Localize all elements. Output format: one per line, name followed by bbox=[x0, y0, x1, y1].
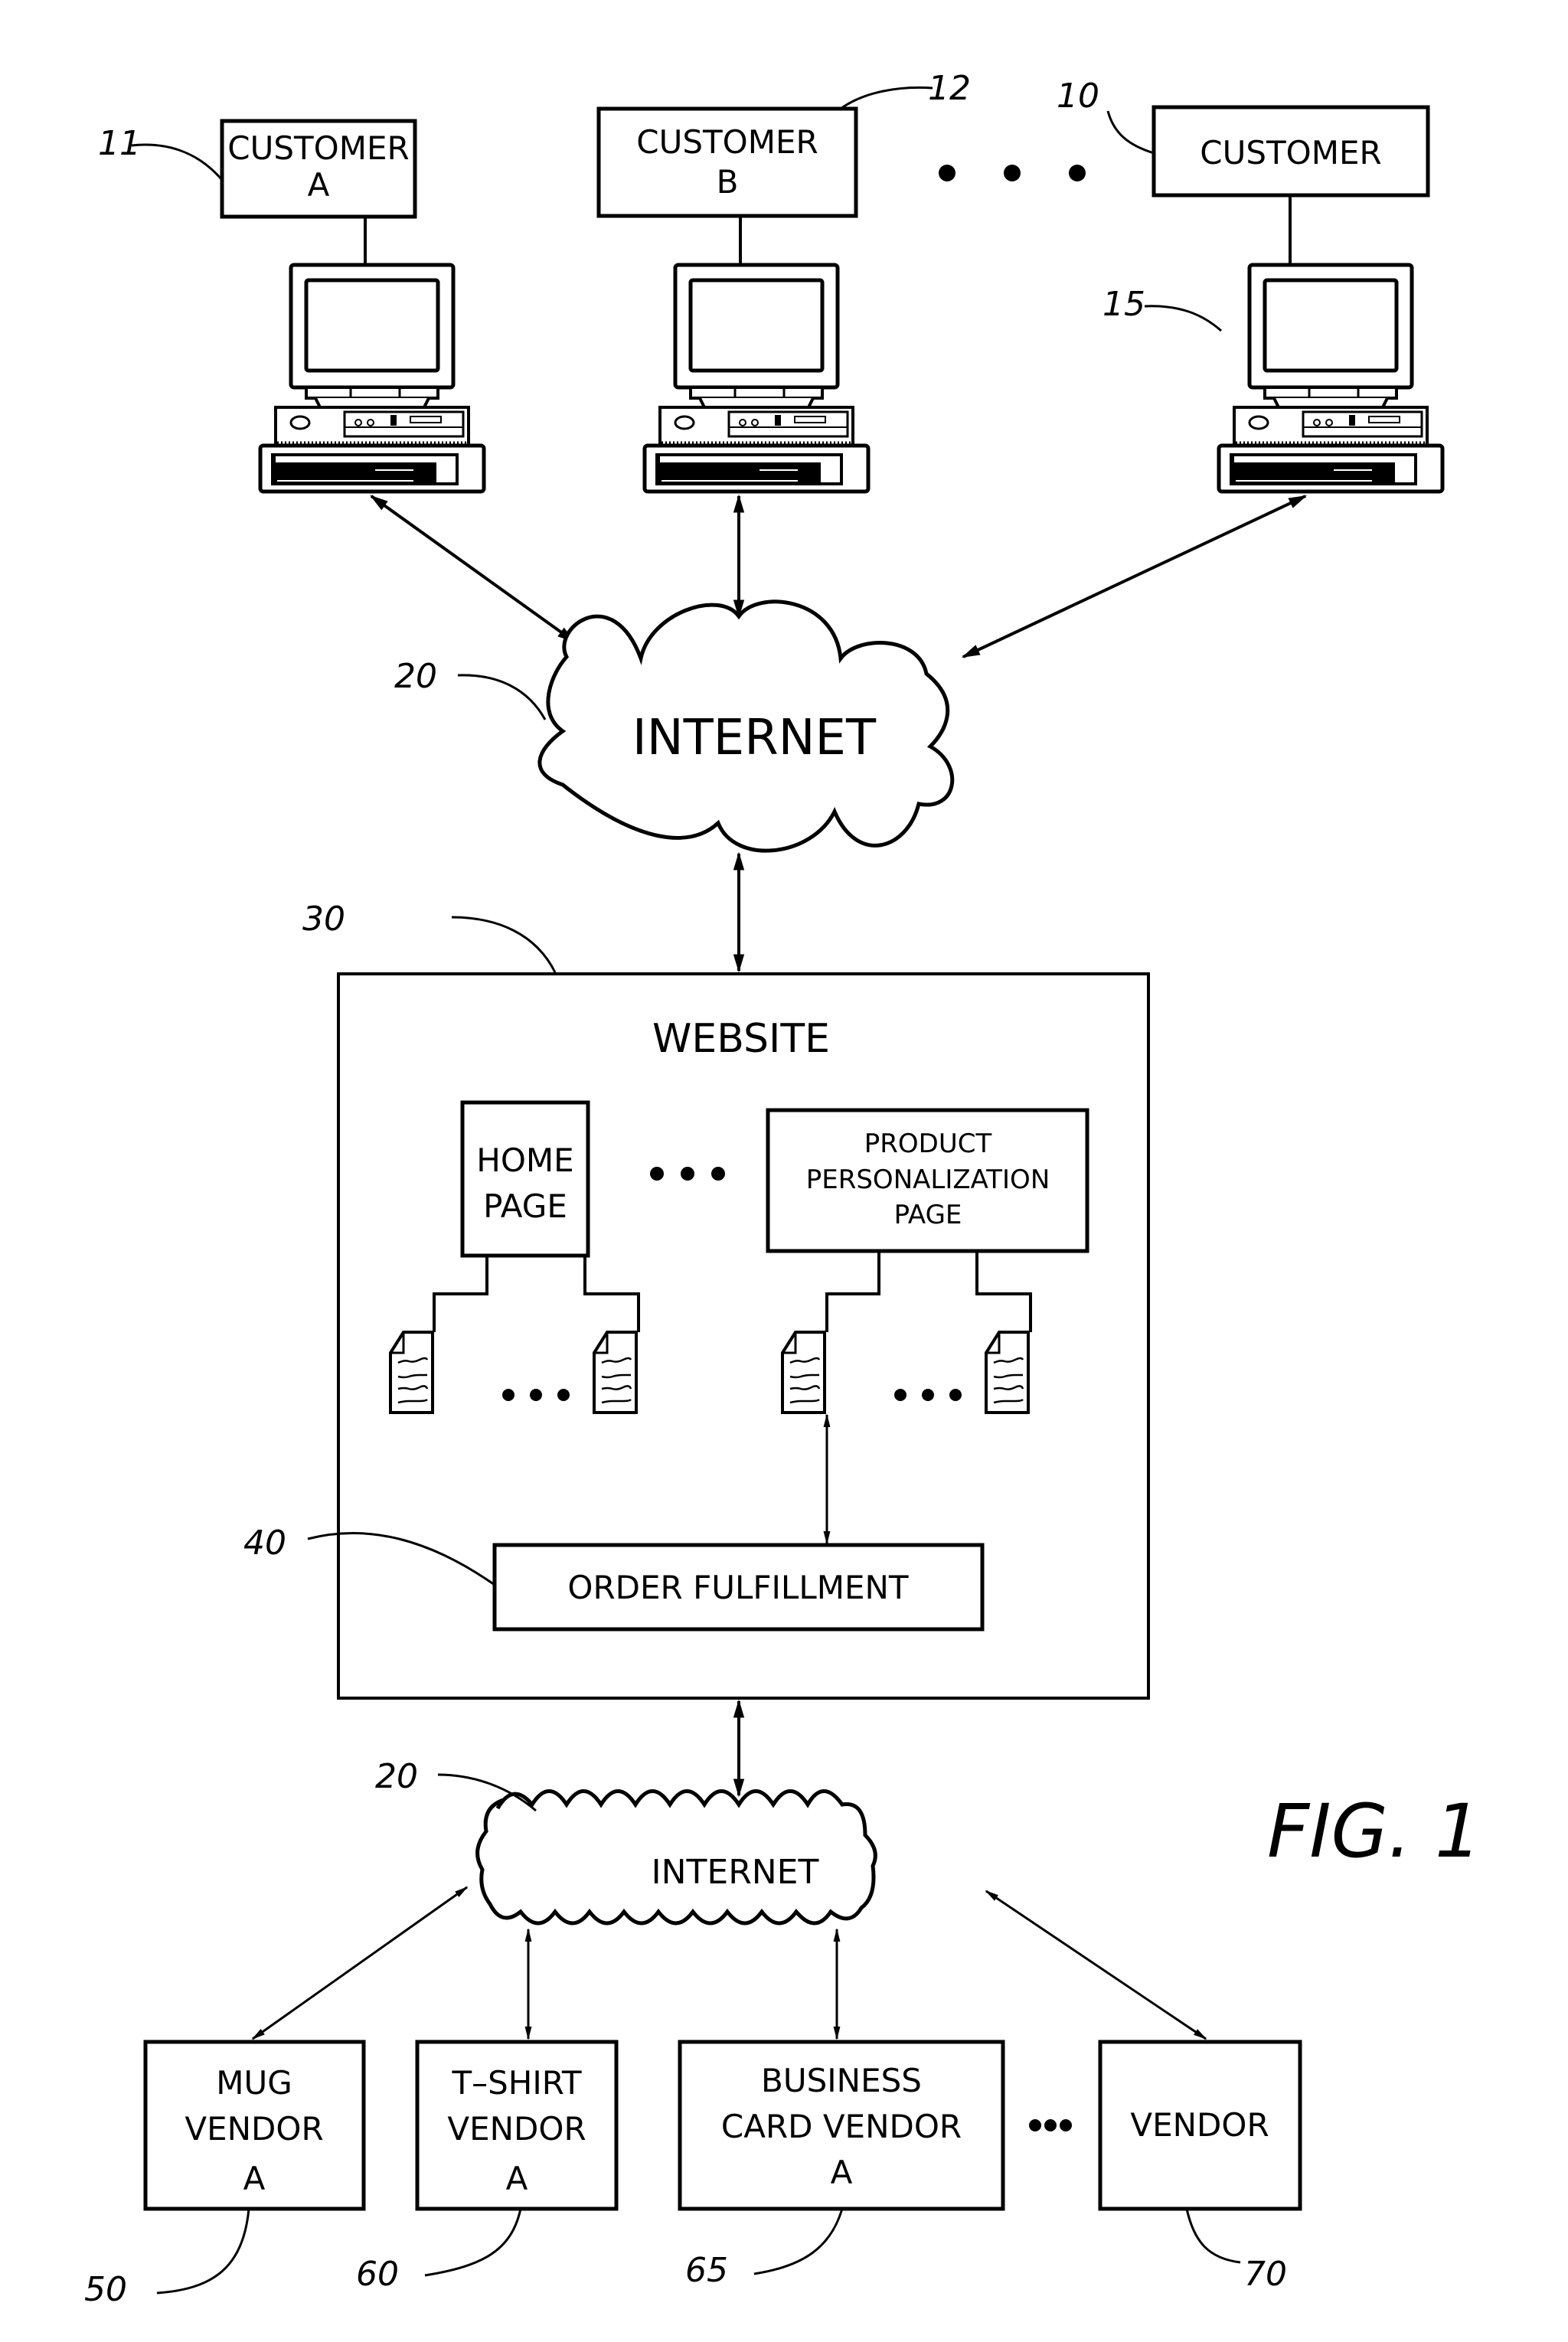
ref-60: 60 bbox=[356, 2255, 399, 2294]
ref-30: 30 bbox=[302, 900, 345, 939]
customer-b-node: CUSTOMER B bbox=[596, 106, 858, 218]
ref-15: 15 bbox=[1102, 285, 1145, 324]
product-page-label-3: PAGE bbox=[894, 1200, 962, 1230]
ref-20-bottom: 20 bbox=[375, 1757, 418, 1796]
customer-a-label-1: CUSTOMER bbox=[227, 129, 409, 167]
tshirt-vendor-node: T–SHIRT VENDOR A bbox=[415, 2040, 619, 2211]
home-page-box bbox=[460, 1100, 590, 1258]
leader-65 bbox=[753, 2208, 844, 2275]
product-subpage-1-icon bbox=[781, 1331, 826, 1414]
product-doc-ellipsis bbox=[894, 1389, 962, 1401]
internet-top-label: INTERNET bbox=[632, 710, 877, 766]
arrow-internet-mug-vendor bbox=[251, 1886, 469, 2040]
leader-50 bbox=[156, 2208, 250, 2295]
ref-20-top: 20 bbox=[394, 657, 437, 696]
mug-vendor-label-3: A bbox=[243, 2160, 266, 2197]
customer-n-label: CUSTOMER bbox=[1200, 134, 1381, 171]
page-ellipsis bbox=[650, 1167, 725, 1181]
website-node: WEBSITE HOME PAGE PRODUCT PERSONALIZATIO… bbox=[337, 972, 1150, 1700]
mug-vendor-node: MUG VENDOR A bbox=[143, 2040, 366, 2211]
vendor-ellipsis bbox=[1029, 2119, 1072, 2131]
ref-12: 12 bbox=[928, 69, 971, 108]
home-page-label-1: HOME bbox=[476, 1142, 573, 1179]
leader-15 bbox=[1144, 305, 1222, 332]
leader-11 bbox=[131, 143, 224, 181]
leader-10 bbox=[1106, 110, 1155, 155]
leader-60 bbox=[424, 2208, 522, 2277]
business-card-vendor-label-1: BUSINESS bbox=[761, 2062, 922, 2099]
ref-50: 50 bbox=[84, 2270, 127, 2309]
arrow-computer-a-internet bbox=[370, 495, 576, 643]
vendor-n-node: VENDOR bbox=[1098, 2040, 1302, 2211]
arrow-internet-vendor-n bbox=[985, 1890, 1207, 2040]
home-subpage-n-icon bbox=[593, 1331, 638, 1414]
computer-n-icon bbox=[1219, 265, 1442, 492]
arrow-computer-n-internet bbox=[961, 495, 1308, 658]
ref-70: 70 bbox=[1244, 2255, 1287, 2294]
mug-vendor-label-2: VENDOR bbox=[185, 2110, 323, 2148]
home-doc-ellipsis bbox=[502, 1389, 570, 1401]
ref-11: 11 bbox=[98, 124, 141, 163]
tshirt-vendor-label-2: VENDOR bbox=[447, 2110, 586, 2148]
tshirt-vendor-label-3: A bbox=[506, 2160, 528, 2197]
figure-caption: FIG. 1 bbox=[1267, 1788, 1481, 1874]
customer-b-label-2: B bbox=[717, 163, 739, 201]
internet-bottom-label: INTERNET bbox=[652, 1853, 819, 1892]
customer-ellipsis bbox=[939, 165, 1086, 181]
order-fulfillment-label: ORDER FULFILLMENT bbox=[567, 1569, 908, 1606]
product-page-label-2: PERSONALIZATION bbox=[806, 1164, 1050, 1195]
business-card-vendor-label-2: CARD VENDOR bbox=[721, 2108, 962, 2145]
ref-10: 10 bbox=[1057, 77, 1099, 116]
ref-40: 40 bbox=[243, 1524, 286, 1563]
business-card-vendor-node: BUSINESS CARD VENDOR A bbox=[678, 2040, 1005, 2211]
internet-cloud-bottom: INTERNET bbox=[475, 1789, 877, 1926]
customer-b-label-1: CUSTOMER bbox=[636, 123, 818, 161]
system-diagram: CUSTOMER A 11 CUSTOMER B 12 CUSTOMER 10 … bbox=[84, 69, 1481, 2309]
product-page-label-1: PRODUCT bbox=[864, 1129, 992, 1159]
internet-cloud-top: INTERNET bbox=[537, 599, 955, 853]
home-page-label-2: PAGE bbox=[483, 1187, 567, 1225]
leader-20-top bbox=[457, 674, 547, 720]
ref-65: 65 bbox=[685, 2251, 728, 2290]
product-subpage-n-icon bbox=[985, 1331, 1030, 1414]
computer-a-icon bbox=[260, 265, 484, 492]
website-title: WEBSITE bbox=[652, 1016, 830, 1062]
tshirt-vendor-label-1: T–SHIRT bbox=[451, 2064, 581, 2102]
home-subpage-1-icon bbox=[389, 1331, 434, 1414]
computer-b-icon bbox=[645, 265, 868, 492]
mug-vendor-label-1: MUG bbox=[216, 2064, 292, 2102]
leader-70 bbox=[1185, 2208, 1241, 2264]
leader-12 bbox=[840, 86, 933, 110]
customer-n-node: CUSTOMER bbox=[1152, 105, 1430, 198]
customer-a-node: CUSTOMER A bbox=[220, 119, 417, 219]
business-card-vendor-label-3: A bbox=[831, 2154, 853, 2191]
vendor-n-label: VENDOR bbox=[1130, 2106, 1269, 2144]
leader-30 bbox=[451, 916, 557, 973]
customer-a-label-2: A bbox=[308, 166, 330, 204]
